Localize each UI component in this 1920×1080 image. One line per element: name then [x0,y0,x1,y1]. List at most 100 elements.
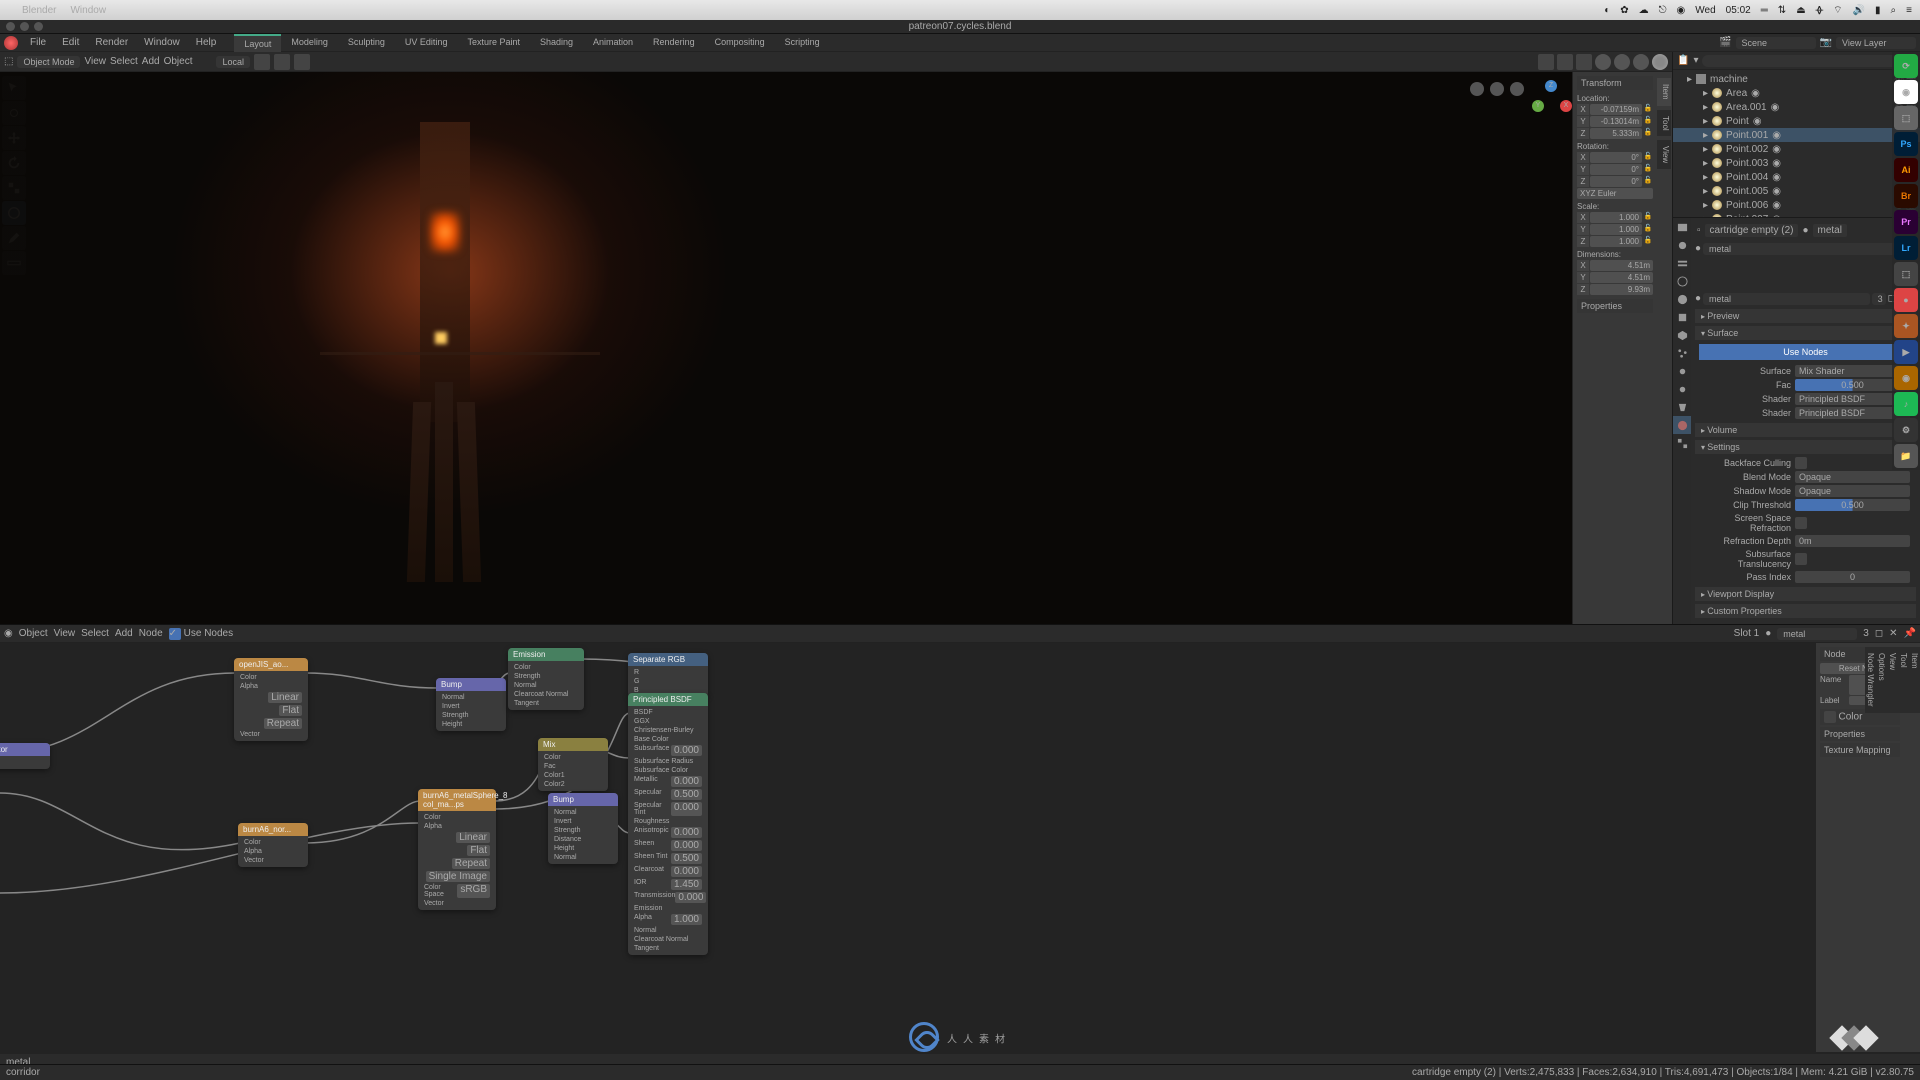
edit-menu[interactable]: Edit [54,37,87,48]
wifi-icon[interactable]: ⌔ [1833,4,1842,17]
menubar-day[interactable]: Wed [1695,5,1715,16]
app-icon[interactable]: ▶ [1894,340,1918,364]
lock-icon[interactable]: 🔓 [1643,128,1653,139]
node-menu[interactable]: Node [139,628,163,639]
crumb-object[interactable]: cartridge empty (2) [1705,224,1799,237]
render-menu[interactable]: Render [87,37,136,48]
shade-matprev-icon[interactable] [1633,54,1649,70]
scale-z[interactable]: 1.000 [1590,236,1642,247]
outliner-row[interactable]: ▸Area◉👁📷 [1673,86,1920,100]
scene-field[interactable]: Scene [1736,37,1816,49]
select-menu[interactable]: Select [81,628,109,639]
scale-y[interactable]: 1.000 [1590,224,1642,235]
zoom-icon[interactable] [1470,82,1484,96]
app-icon[interactable]: ⬚ [1894,262,1918,286]
scale-x[interactable]: 1.000 [1590,212,1642,223]
section-volume[interactable]: Volume [1695,423,1916,437]
volume-icon[interactable]: 🔊 [1853,5,1865,16]
n-tab-item[interactable]: Item [1657,78,1671,106]
section-custom-props[interactable]: Custom Properties [1695,604,1916,618]
object-menu[interactable]: Object [164,56,193,67]
viewport-3d[interactable] [0,72,1672,624]
app-icon[interactable]: ● [1894,288,1918,312]
tab-texture[interactable] [1673,434,1691,452]
illustrator-icon[interactable]: Ai [1894,158,1918,182]
app-icon[interactable]: ✦ [1894,314,1918,338]
tab-layout[interactable]: Layout [234,34,281,52]
lightroom-icon[interactable]: Lr [1894,236,1918,260]
editor-type-icon[interactable]: 📋 [1677,55,1689,66]
view-menu[interactable]: View [54,628,76,639]
tab-viewlayer[interactable] [1673,254,1691,272]
scene-icon[interactable]: 🎬 [1719,37,1731,49]
propedit-icon[interactable] [294,54,310,70]
pivot-icon[interactable] [254,54,270,70]
mode-dropdown[interactable]: Object Mode [17,56,80,68]
transform-header[interactable]: Transform [1577,76,1653,90]
help-menu[interactable]: Help [188,37,225,48]
loc-y[interactable]: -0.13014m [1590,116,1642,127]
app-icon[interactable]: 📁 [1894,444,1918,468]
maximize-button[interactable] [34,22,43,31]
editor-type-icon[interactable]: ◉ [4,628,13,639]
photoshop-icon[interactable]: Ps [1894,132,1918,156]
outliner-row[interactable]: ▸Point.003◉👁📷 [1673,156,1920,170]
status-icon[interactable]: ◐ [1604,5,1610,16]
material-field[interactable]: metal [1777,628,1857,640]
lock-icon[interactable]: 🔓 [1643,176,1653,187]
rot-x[interactable]: 0° [1590,152,1642,163]
blender-logo-icon[interactable] [4,36,18,50]
lock-icon[interactable]: 🔓 [1643,116,1653,127]
tab-particle[interactable] [1673,344,1691,362]
rotmode[interactable]: XYZ Euler [1577,188,1653,199]
dim-y[interactable]: 4.51m [1590,272,1653,283]
editor-type-icon[interactable]: ⬚ [4,56,13,67]
tab-scripting[interactable]: Scripting [775,34,830,52]
outliner-row[interactable]: ▸Point◉👁📷 [1673,114,1920,128]
node-image-texture-2[interactable]: burnA6_nor... Color Alpha Vector [238,823,308,867]
section-preview[interactable]: Preview [1695,309,1916,323]
tab-animation[interactable]: Animation [583,34,643,52]
chrome-icon[interactable]: ◉ [1894,80,1918,104]
outliner-row[interactable]: ▸Point.005◉👁📷 [1673,184,1920,198]
tab-compositing[interactable]: Compositing [705,34,775,52]
node-principled-bsdf[interactable]: Principled BSDF BSDF GGX Christensen-Bur… [628,693,708,955]
tex-mapping-header[interactable]: Texture Mapping [1820,743,1900,757]
bridge-icon[interactable]: Br [1894,184,1918,208]
outliner-row[interactable]: ▸Point.002◉👁📷 [1673,142,1920,156]
properties-header[interactable]: Properties [1577,299,1653,313]
tab-physics[interactable] [1673,362,1691,380]
tab-sculpting[interactable]: Sculpting [338,34,395,52]
lock-icon[interactable]: 🔓 [1643,104,1653,115]
sss-check[interactable] [1795,553,1807,565]
lock-icon[interactable]: 🔓 [1643,236,1653,247]
tab-rendering[interactable]: Rendering [643,34,705,52]
ssr-check[interactable] [1795,517,1807,529]
file-menu[interactable]: File [22,37,54,48]
node-props-header[interactable]: Properties [1820,727,1900,741]
menu-icon[interactable]: ≡ [1906,5,1912,16]
status-icon[interactable]: ═ [1761,5,1768,16]
snap-icon[interactable] [274,54,290,70]
status-icon[interactable]: ☁ [1639,5,1649,16]
app-name[interactable]: Blender [22,5,56,16]
users-icon[interactable]: 3 [1863,628,1869,639]
dim-x[interactable]: 4.51m [1590,260,1653,271]
node-mix[interactable]: Mix Color Fac Color1 Color2 [538,738,608,791]
loc-z[interactable]: 5.333m [1590,128,1642,139]
node-image-texture-3[interactable]: burnA6_metalSphere_8 col_ma...ps Color A… [418,789,496,910]
tab-data[interactable] [1673,398,1691,416]
tab-output[interactable] [1673,236,1691,254]
battery-icon[interactable]: ▮ [1875,5,1881,16]
material-name[interactable]: metal [1703,293,1870,305]
axis-y[interactable]: Y [1532,100,1544,112]
dim-z[interactable]: 9.93m [1590,284,1653,295]
app-icon[interactable]: ⟳ [1894,54,1918,78]
add-menu[interactable]: Add [142,56,160,67]
refraction-depth[interactable]: 0m [1795,535,1910,547]
tab-modifier[interactable] [1673,326,1691,344]
lock-icon[interactable]: 🔓 [1643,164,1653,175]
outliner-row[interactable]: ▸Point.001◉👁📷 [1673,128,1920,142]
section-surface[interactable]: Surface [1695,326,1916,340]
xray-icon[interactable] [1576,54,1592,70]
